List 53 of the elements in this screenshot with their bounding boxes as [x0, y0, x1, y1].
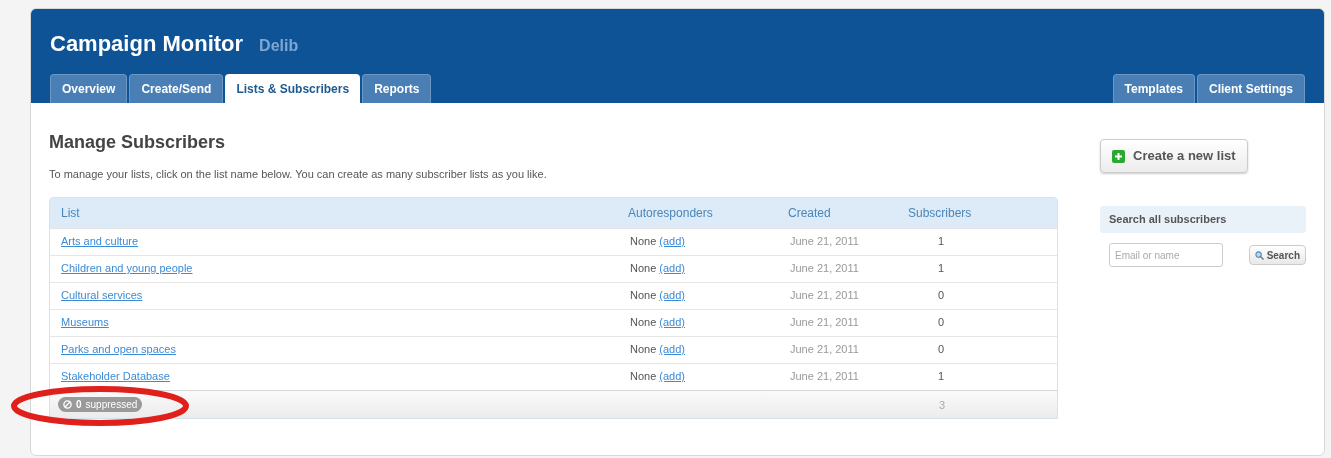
list-link[interactable]: Arts and culture: [61, 235, 139, 248]
subscriber-count: 1: [938, 235, 945, 248]
total-subscribers: 3: [939, 399, 946, 411]
column-header: List: [60, 204, 81, 222]
client-name: Delib: [259, 36, 299, 56]
created-date: June 21, 2011: [789, 315, 860, 331]
search-field[interactable]: Email or name: [1109, 243, 1223, 267]
subscriber-count: 0: [938, 289, 945, 302]
subscriber-count: 1: [938, 370, 945, 383]
nav-tab[interactable]: Lists & Subscribers: [225, 74, 361, 103]
autoresponder-status: None: [630, 288, 657, 304]
list-link[interactable]: Stakeholder Database: [61, 370, 170, 383]
subscriber-count: 0: [938, 316, 945, 329]
created-date: June 21, 2011: [789, 342, 860, 358]
list-link[interactable]: Cultural services: [61, 289, 143, 302]
search-title: Search all subscribers: [1109, 212, 1227, 228]
column-header: Created: [787, 204, 832, 222]
nav-tab[interactable]: Create/Send: [129, 74, 224, 103]
intro-text: To manage your lists, click on the list name below. You can create as many subscriber lists as you like.: [49, 167, 548, 182]
list-link[interactable]: Parks and open spaces: [61, 343, 176, 356]
create-list-button[interactable]: Create a new list: [1100, 139, 1248, 173]
autoresponder-status: None: [630, 342, 657, 358]
list-link[interactable]: Children and young people: [61, 262, 193, 275]
created-date: June 21, 2011: [789, 288, 860, 304]
created-date: June 21, 2011: [789, 261, 860, 277]
add-link[interactable]: (add): [659, 368, 685, 385]
search-button[interactable]: Search: [1248, 245, 1306, 265]
add-link[interactable]: (add): [659, 341, 685, 358]
subscriber-count: 0: [938, 343, 945, 356]
created-date: June 21, 2011: [789, 234, 860, 250]
subscriber-count: 1: [938, 262, 945, 275]
add-link[interactable]: (add): [659, 233, 685, 250]
add-link[interactable]: (add): [659, 314, 685, 331]
add-link[interactable]: (add): [659, 287, 685, 304]
search-icon: [1254, 250, 1264, 260]
nav-tab[interactable]: Client Settings: [1197, 74, 1305, 103]
autoresponder-status: None: [630, 261, 657, 277]
nav-tab[interactable]: Templates: [1112, 74, 1195, 103]
column-header: Subscribers: [908, 204, 973, 222]
blocked-icon: [63, 400, 72, 409]
autoresponder-status: None: [630, 315, 657, 331]
suppressed-badge[interactable]: 0 suppressed: [58, 397, 143, 412]
created-date: June 21, 2011: [789, 369, 860, 385]
list-link[interactable]: Museums: [61, 316, 109, 329]
page-title: Manage Subscribers: [49, 131, 227, 154]
autoresponder-status: None: [630, 369, 657, 385]
nav-tab[interactable]: Reports: [362, 74, 432, 103]
column-header: Autoresponders: [627, 204, 714, 222]
autoresponder-status: None: [630, 234, 657, 250]
nav-tab[interactable]: Overview: [50, 74, 128, 103]
add-link[interactable]: (add): [659, 260, 685, 277]
plus-icon: [1112, 149, 1125, 163]
app-title: Campaign Monitor: [50, 30, 244, 58]
